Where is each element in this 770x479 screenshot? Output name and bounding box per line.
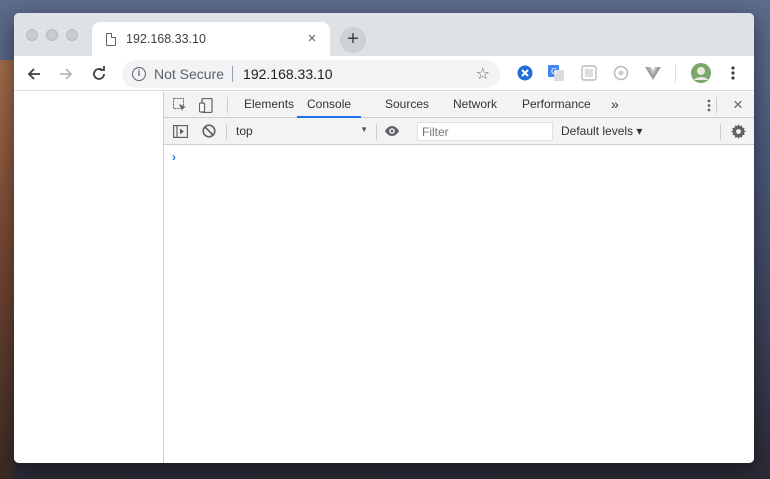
tab-elements[interactable]: Elements xyxy=(244,92,294,118)
desktop-wallpaper xyxy=(0,60,14,479)
window-controls xyxy=(26,29,78,41)
address-bar[interactable]: i Not Secure 192.168.33.10 ☆ xyxy=(122,60,500,88)
log-levels-dropdown[interactable]: Default levels ▾ xyxy=(561,124,642,138)
console-divider-3 xyxy=(720,124,721,140)
svg-text:G: G xyxy=(551,67,557,76)
browser-content: Elements Console Sources Network Perform… xyxy=(14,92,754,463)
more-tabs-button[interactable]: » xyxy=(611,92,619,118)
console-filter-input[interactable] xyxy=(417,122,553,141)
devtools-divider xyxy=(227,97,228,113)
google-translate-icon[interactable]: G xyxy=(547,64,565,82)
eye-icon[interactable] xyxy=(384,123,400,139)
close-window-button[interactable] xyxy=(26,29,38,41)
info-icon[interactable]: i xyxy=(132,67,146,81)
maximize-window-button[interactable] xyxy=(66,29,78,41)
extension-blue-icon[interactable] xyxy=(516,64,534,82)
bookmark-star-icon[interactable]: ☆ xyxy=(476,64,490,84)
devtools-divider-right xyxy=(716,97,717,113)
extension-grid-icon[interactable] xyxy=(580,64,598,82)
web-page-viewport[interactable] xyxy=(14,92,164,463)
gear-icon[interactable] xyxy=(730,123,746,139)
forward-button[interactable] xyxy=(54,62,78,86)
back-arrow-icon xyxy=(27,68,40,80)
tab-close-button[interactable]: × xyxy=(304,31,320,47)
clear-console-icon[interactable] xyxy=(201,123,217,139)
browser-toolbar: i Not Secure 192.168.33.10 ☆ G xyxy=(14,56,754,91)
browser-tab[interactable]: 192.168.33.10 × xyxy=(92,22,330,56)
tab-sources[interactable]: Sources xyxy=(385,92,429,118)
url-text[interactable]: 192.168.33.10 xyxy=(243,66,476,82)
security-indicator[interactable]: Not Secure xyxy=(154,66,224,82)
back-button[interactable] xyxy=(22,62,46,86)
tab-console[interactable]: Console xyxy=(297,92,362,118)
chrome-menu-icon[interactable] xyxy=(724,64,742,82)
extension-circle-icon[interactable] xyxy=(612,64,630,82)
inspect-element-icon[interactable] xyxy=(172,97,188,113)
tab-strip: 192.168.33.10 × + xyxy=(14,13,754,56)
avatar[interactable] xyxy=(690,62,712,84)
new-tab-button[interactable]: + xyxy=(340,27,366,53)
vue-devtools-icon[interactable] xyxy=(644,64,662,82)
tab-network[interactable]: Network xyxy=(453,92,497,118)
console-prompt[interactable]: › xyxy=(172,150,176,164)
context-selector[interactable]: top ▼ xyxy=(236,124,368,138)
console-divider-2 xyxy=(376,124,377,140)
toolbar-divider xyxy=(675,65,676,83)
devtools-close-button[interactable]: × xyxy=(730,96,746,113)
minimize-window-button[interactable] xyxy=(46,29,58,41)
document-icon xyxy=(106,32,116,46)
reload-button[interactable] xyxy=(87,62,111,86)
context-value: top xyxy=(236,124,253,138)
device-toolbar-icon[interactable] xyxy=(198,97,214,113)
tab-title: 192.168.33.10 xyxy=(126,32,206,46)
devtools-panel: Elements Console Sources Network Perform… xyxy=(164,92,754,463)
reload-icon xyxy=(93,66,105,80)
omnibox-divider xyxy=(232,66,234,82)
browser-window: 192.168.33.10 × + i Not Secure 192.168.3… xyxy=(14,13,754,463)
tab-performance[interactable]: Performance xyxy=(522,92,591,118)
devtools-menu-icon[interactable] xyxy=(701,97,717,113)
show-sidebar-icon[interactable] xyxy=(172,123,188,139)
console-toolbar: top ▼ Default levels ▾ xyxy=(164,118,754,145)
forward-arrow-icon xyxy=(60,68,73,80)
chevron-down-icon: ▼ xyxy=(360,125,368,134)
console-divider xyxy=(226,124,227,140)
devtools-tab-bar: Elements Console Sources Network Perform… xyxy=(164,92,754,118)
